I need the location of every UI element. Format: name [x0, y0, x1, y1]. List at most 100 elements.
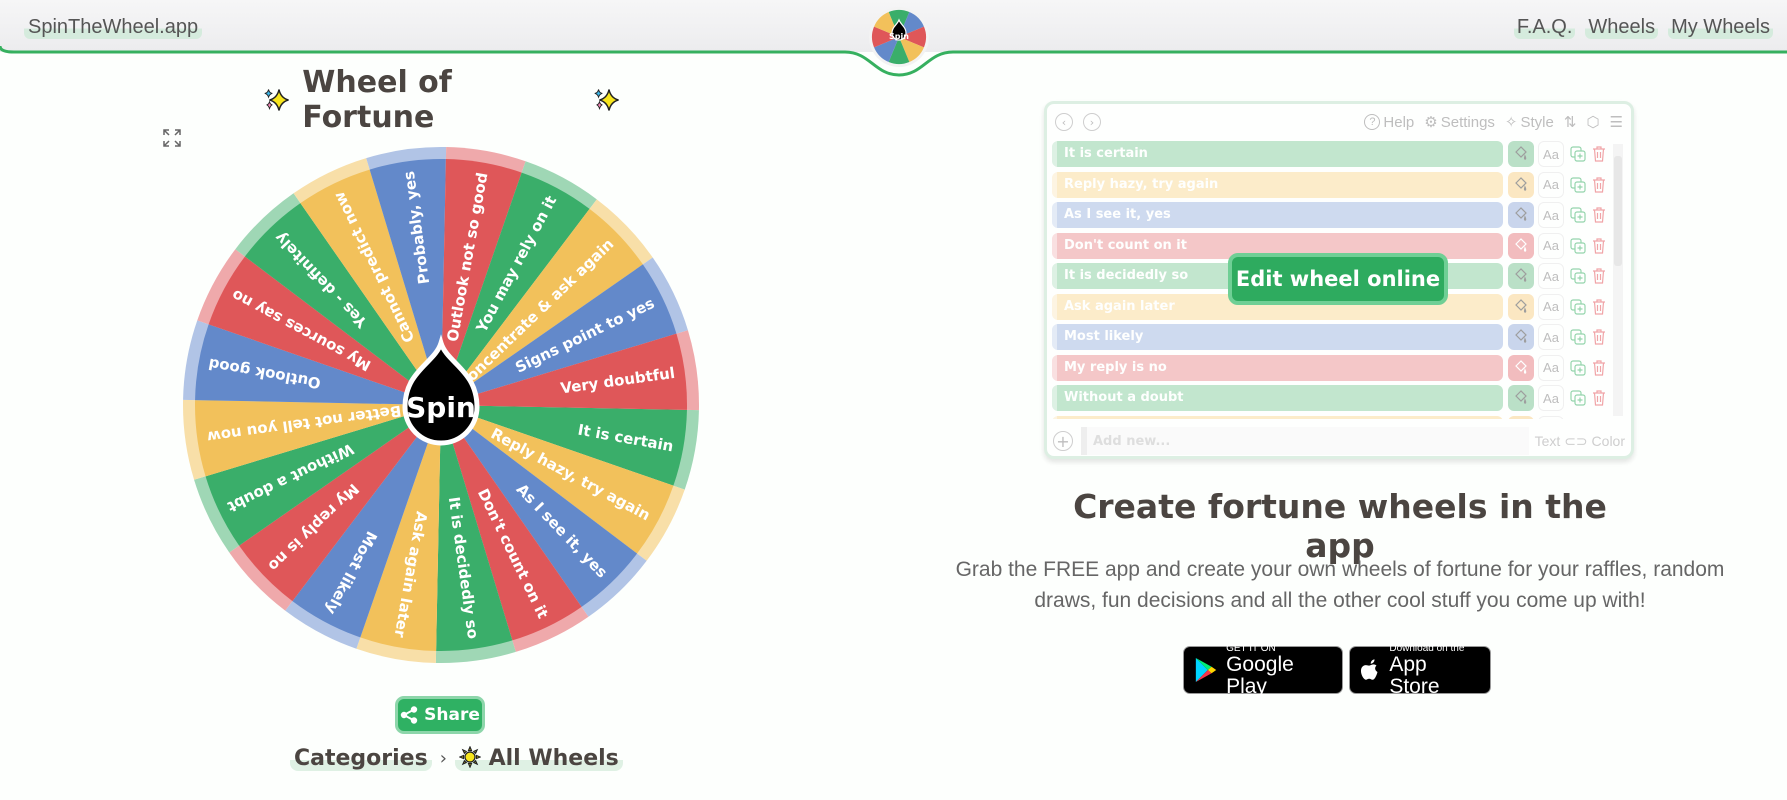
trash-icon[interactable] [1592, 329, 1606, 345]
google-play-small: GET IT ON [1226, 642, 1276, 654]
entry-font-button[interactable]: Aa [1538, 171, 1564, 198]
entry-color-button[interactable] [1508, 141, 1534, 167]
app-store-badge[interactable]: Download on the App Store [1349, 642, 1491, 697]
nav-my-wheels[interactable]: My Wheels [1668, 16, 1773, 39]
settings-label: Settings [1440, 113, 1495, 131]
trash-icon[interactable] [1592, 146, 1606, 162]
wheel-graphic[interactable]: It is certainReply hazy, try againAs I s… [181, 145, 701, 665]
entry-font-button[interactable]: Aa [1538, 141, 1564, 167]
entry-row: Without a doubt Aa [1052, 385, 1618, 411]
paint-bucket-icon [1515, 207, 1527, 221]
text-view-button[interactable]: ☰ [1610, 113, 1623, 131]
sparkle-icon: ✧ [1504, 114, 1518, 131]
paint-bucket-icon [1515, 390, 1527, 404]
breadcrumb-categories[interactable]: Categories [290, 746, 432, 771]
paint-bucket-icon [1515, 146, 1527, 160]
duplicate-icon[interactable] [1570, 268, 1586, 284]
text-color-toggle[interactable]: Text ⊂⊃ Color [1535, 433, 1625, 450]
duplicate-icon[interactable] [1570, 329, 1586, 345]
entry-text[interactable]: Without a doubt [1052, 385, 1503, 411]
entry-font-button[interactable]: Aa [1538, 202, 1564, 228]
google-play-icon [1195, 657, 1217, 683]
spin-wheel[interactable]: It is certain Reply hazy, try again As I s… [181, 145, 701, 665]
duplicate-icon[interactable] [1570, 207, 1586, 223]
paint-bucket-icon [1515, 329, 1527, 343]
breadcrumb-all-wheels-label: All Wheels [488, 746, 619, 771]
paint-bucket-icon [1515, 268, 1527, 282]
entry-text[interactable]: As I see it, yes [1052, 202, 1503, 228]
main-nav: F.A.Q. Wheels My Wheels [1513, 16, 1773, 39]
scrollbar-thumb[interactable] [1614, 156, 1622, 266]
help-button[interactable]: ? Help [1364, 114, 1414, 131]
duplicate-icon[interactable] [1570, 146, 1586, 162]
trash-icon[interactable] [1592, 237, 1606, 254]
help-label: Help [1383, 113, 1415, 131]
app-store-small: Download on the [1389, 642, 1465, 654]
trash-icon[interactable] [1592, 268, 1606, 284]
duplicate-icon[interactable] [1570, 390, 1586, 406]
entry-font-button[interactable]: Aa [1538, 263, 1564, 289]
paint-bucket-icon [1515, 298, 1527, 313]
trash-icon[interactable] [1592, 359, 1606, 376]
entry-text[interactable]: Most likely [1052, 324, 1503, 350]
redo-button[interactable]: › [1083, 113, 1101, 131]
nav-faq[interactable]: F.A.Q. [1513, 16, 1576, 39]
entry-font-button[interactable]: Aa [1538, 385, 1564, 411]
entry-text[interactable] [1052, 415, 1503, 419]
shuffle-button[interactable]: ⬡ [1586, 113, 1599, 131]
share-label: Share [424, 705, 480, 725]
entry-text[interactable]: It is certain [1052, 141, 1503, 167]
apple-icon [1360, 659, 1378, 680]
entry-list-scrollbar[interactable] [1613, 144, 1623, 416]
trash-icon[interactable] [1592, 176, 1606, 193]
paint-bucket-icon [1515, 176, 1527, 191]
sort-icon: ⇅ [1563, 114, 1577, 131]
entry-color-button[interactable] [1508, 202, 1534, 228]
entry-text[interactable]: Reply hazy, try again [1052, 171, 1503, 198]
style-label: Style [1520, 113, 1554, 131]
logo-label: Spin [889, 32, 909, 41]
app-store-badges: GET IT ON Google Play Download on the Ap… [1183, 642, 1491, 697]
entry-font-button[interactable]: Aa [1538, 415, 1564, 419]
entry-color-button[interactable] [1508, 293, 1534, 320]
duplicate-icon[interactable] [1570, 359, 1586, 376]
sparkles-icon [264, 89, 289, 111]
add-entry-input[interactable] [1081, 427, 1529, 455]
settings-button[interactable]: ⚙ Settings [1424, 113, 1495, 132]
entry-color-button[interactable] [1508, 385, 1534, 411]
dice-icon: ⬡ [1586, 114, 1600, 131]
brand-link[interactable]: SpinTheWheel.app [24, 16, 203, 39]
entry-color-button[interactable] [1508, 354, 1534, 381]
sort-button[interactable]: ⇅ [1564, 113, 1577, 131]
add-entry-button[interactable]: + [1053, 431, 1073, 451]
entry-row: Most likely Aa [1052, 324, 1618, 350]
entry-color-button[interactable] [1508, 263, 1534, 289]
nav-wheels[interactable]: Wheels [1585, 16, 1659, 39]
entry-font-button[interactable]: Aa [1538, 232, 1564, 259]
entry-color-button[interactable] [1508, 171, 1534, 198]
breadcrumb-all-wheels[interactable]: All Wheels [454, 745, 623, 771]
google-play-badge[interactable]: GET IT ON Google Play [1183, 642, 1343, 697]
fullscreen-button[interactable] [162, 128, 182, 148]
style-button[interactable]: ✧ Style [1504, 113, 1554, 132]
entry-font-button[interactable]: Aa [1538, 293, 1564, 320]
trash-icon[interactable] [1592, 207, 1606, 223]
entry-color-button[interactable] [1508, 324, 1534, 350]
entry-color-button[interactable] [1508, 415, 1534, 419]
logo[interactable]: Spin [868, 6, 930, 68]
duplicate-icon[interactable] [1570, 176, 1586, 193]
logo-wheel-icon: Spin [869, 7, 929, 67]
document-icon: ☰ [1609, 114, 1623, 131]
share-button[interactable]: Share [395, 696, 485, 734]
entry-font-button[interactable]: Aa [1538, 324, 1564, 350]
trash-icon[interactable] [1592, 298, 1606, 315]
breadcrumb: Categories › All Wheels [290, 745, 623, 771]
entry-text[interactable]: My reply is no [1052, 354, 1503, 381]
edit-wheel-online-button[interactable]: Edit wheel online [1228, 253, 1448, 305]
undo-button[interactable]: ‹ [1055, 113, 1073, 131]
entry-font-button[interactable]: Aa [1538, 354, 1564, 381]
entry-color-button[interactable] [1508, 232, 1534, 259]
duplicate-icon[interactable] [1570, 298, 1586, 315]
duplicate-icon[interactable] [1570, 237, 1586, 254]
trash-icon[interactable] [1592, 390, 1606, 406]
